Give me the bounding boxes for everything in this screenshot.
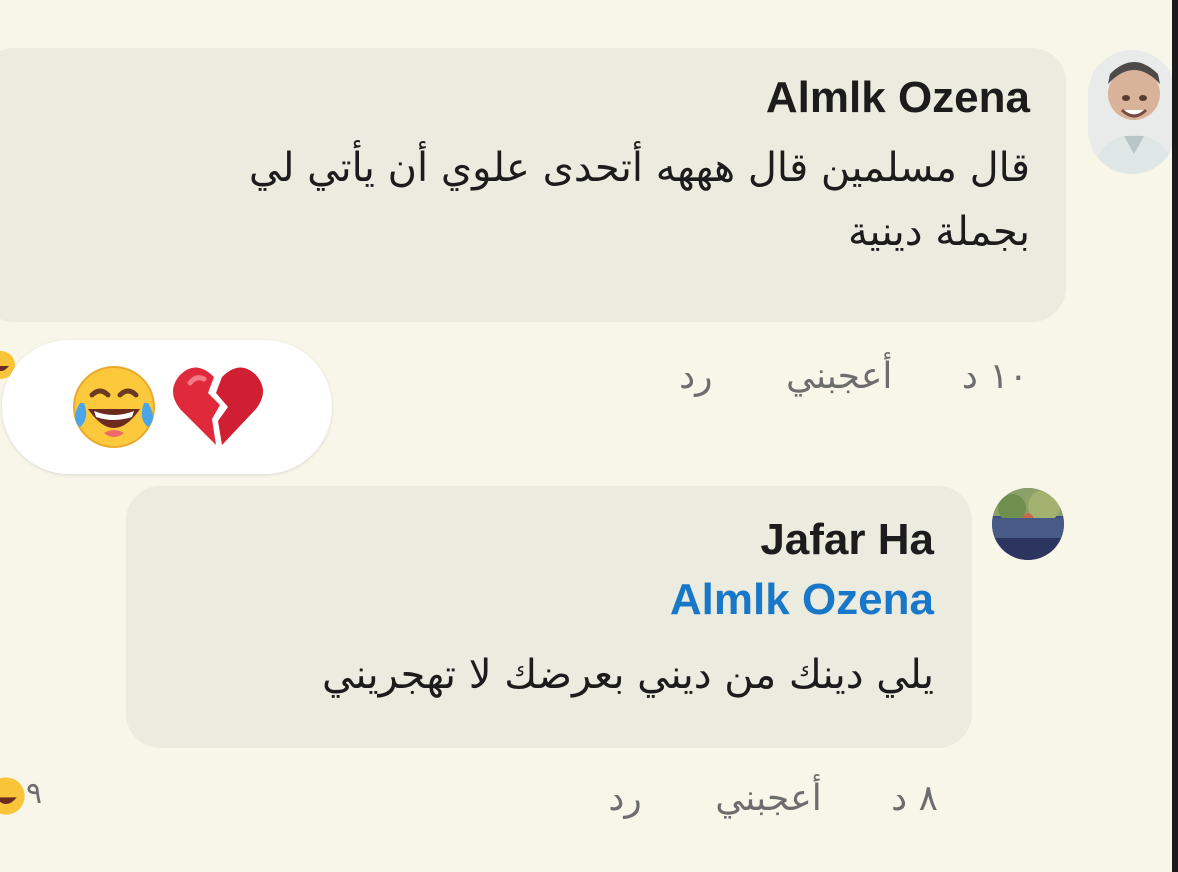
comment-author[interactable]: Jafar Ha [156, 515, 934, 564]
comment-author[interactable]: Almlk Ozena [20, 73, 1030, 122]
reply-button[interactable]: رد [679, 356, 712, 397]
comment-time: ٨ د [891, 778, 938, 819]
mention-link[interactable]: Almlk Ozena [156, 575, 934, 624]
reply-bubble: Jafar Ha Almlk Ozena يلي دينك من ديني بع… [126, 486, 972, 748]
window-edge [1172, 0, 1178, 872]
person-photo-icon [1088, 50, 1176, 174]
comment-text-line: قال مسلمين قال هههه أتحدى علوي أن يأتي ل… [248, 145, 1030, 192]
comment-bubble: Almlk Ozena قال مسلمين قال هههه أتحدى عل… [0, 48, 1066, 322]
comment-actions: ١٠ د أعجبني رد [679, 356, 1028, 397]
laughing-tears-icon [0, 777, 25, 815]
comment-actions: ٨ د أعجبني رد [608, 778, 938, 819]
reply-button[interactable]: رد [608, 778, 641, 819]
comment-time: ١٠ د [961, 356, 1028, 397]
broken-heart-icon [173, 367, 263, 445]
laughing-tears-icon [73, 366, 155, 448]
like-button[interactable]: أعجبني [715, 778, 821, 819]
avatar-almlk-ozena[interactable] [1088, 50, 1176, 174]
comment-text: قال مسلمين قال هههه أتحدى علوي أن يأتي ل… [20, 136, 1030, 264]
comment-text-line: بجملة دينية [847, 209, 1030, 256]
avatar-jafar-ha[interactable] [992, 488, 1064, 560]
comment-text: يلي دينك من ديني بعرضك لا تهجريني [322, 651, 934, 698]
like-button[interactable]: أعجبني [786, 356, 892, 397]
nature-photo-icon [992, 488, 1064, 560]
reaction-pill[interactable] [2, 340, 332, 474]
reaction-count[interactable]: ٩ [26, 776, 42, 811]
